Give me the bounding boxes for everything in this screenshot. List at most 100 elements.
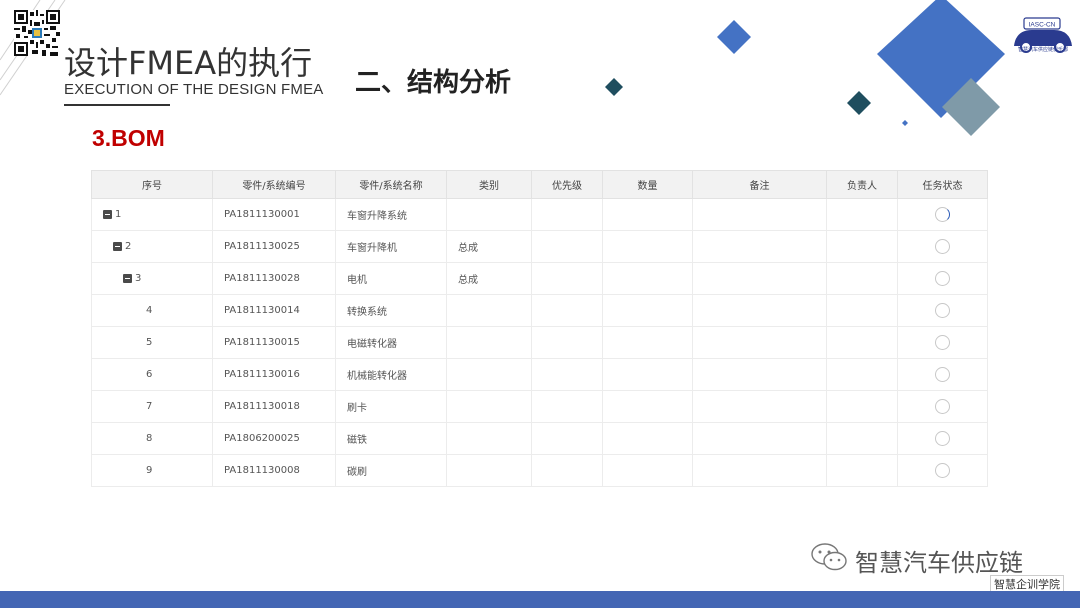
status-circle-icon[interactable] — [935, 431, 950, 446]
cell-remark — [692, 326, 827, 359]
cell-seq: 5 — [91, 326, 213, 359]
cell-code: PA1811130014 — [212, 294, 336, 327]
cell-status — [897, 422, 988, 455]
cell-seq: 8 — [91, 422, 213, 455]
cell-remark — [692, 422, 827, 455]
cell-name: 电磁转化器 — [335, 326, 447, 359]
status-circle-icon[interactable] — [935, 303, 950, 318]
cell-quantity — [602, 358, 693, 391]
cell-owner — [826, 358, 898, 391]
cell-owner — [826, 454, 898, 487]
cell-quantity — [602, 198, 693, 231]
cell-status — [897, 358, 988, 391]
status-circle-icon[interactable] — [935, 239, 950, 254]
column-header-status[interactable]: 任务状态 — [897, 170, 988, 199]
cell-owner — [826, 390, 898, 423]
collapse-toggle-icon[interactable] — [113, 241, 122, 251]
logo-badge-text: IASC-CN — [1029, 22, 1056, 29]
cell-seq: 3 — [91, 262, 213, 295]
table-row[interactable]: 8 PA1806200025 磁铁 — [91, 422, 988, 455]
column-header-category[interactable]: 类别 — [446, 170, 532, 199]
cell-name: 刷卡 — [335, 390, 447, 423]
cell-name: 机械能转化器 — [335, 358, 447, 391]
status-circle-icon[interactable] — [935, 207, 950, 222]
cell-remark — [692, 358, 827, 391]
status-circle-icon[interactable] — [935, 271, 950, 286]
column-header-quantity[interactable]: 数量 — [602, 170, 693, 199]
seq-number: 7 — [146, 400, 153, 412]
cell-priority — [531, 294, 603, 327]
qr-code-icon — [14, 10, 60, 56]
diamond-shape — [942, 78, 1000, 136]
cell-code: PA1811130015 — [212, 326, 336, 359]
collapse-toggle-icon[interactable] — [123, 273, 132, 283]
cell-name: 车窗升降机 — [335, 230, 447, 263]
cell-code: PA1811130025 — [212, 230, 336, 263]
status-circle-icon[interactable] — [935, 463, 950, 478]
cell-seq: 2 — [91, 230, 213, 263]
status-circle-icon[interactable] — [935, 335, 950, 350]
cell-seq: 6 — [91, 358, 213, 391]
column-header-remark[interactable]: 备注 — [692, 170, 827, 199]
column-header-name[interactable]: 零件/系统名称 — [335, 170, 447, 199]
seq-number: 3 — [135, 272, 142, 284]
cell-remark — [692, 198, 827, 231]
status-circle-icon[interactable] — [935, 367, 950, 382]
seq-number: 1 — [115, 208, 122, 220]
cell-code: PA1811130001 — [212, 198, 336, 231]
seq-number: 5 — [146, 336, 153, 348]
table-row[interactable]: 6 PA1811130016 机械能转化器 — [91, 358, 988, 391]
cell-status — [897, 326, 988, 359]
column-header-seq[interactable]: 序号 — [91, 170, 213, 199]
cell-category: 总成 — [446, 262, 532, 295]
diamond-shape — [717, 20, 751, 54]
table-row[interactable]: 9 PA1811130008 碳刷 — [91, 454, 988, 487]
cell-priority — [531, 390, 603, 423]
cell-category — [446, 294, 532, 327]
cell-priority — [531, 358, 603, 391]
cell-code: PA1811130008 — [212, 454, 336, 487]
cell-priority — [531, 198, 603, 231]
column-header-priority[interactable]: 优先级 — [531, 170, 603, 199]
table-row[interactable]: 2 PA1811130025 车窗升降机 总成 — [91, 230, 988, 263]
cell-owner — [826, 422, 898, 455]
status-circle-icon[interactable] — [935, 399, 950, 414]
table-row[interactable]: 4 PA1811130014 转换系统 — [91, 294, 988, 327]
cell-code: PA1811130016 — [212, 358, 336, 391]
bom-heading: 3.BOM — [92, 125, 165, 151]
collapse-toggle-icon[interactable] — [103, 209, 112, 219]
cell-quantity — [602, 294, 693, 327]
wechat-icon — [811, 543, 847, 571]
cell-remark — [692, 390, 827, 423]
brand-name: 智慧汽车供应链 — [855, 549, 1023, 577]
cell-code: PA1806200025 — [212, 422, 336, 455]
cell-owner — [826, 326, 898, 359]
seq-number: 6 — [146, 368, 153, 380]
page-subtitle: EXECUTION OF THE DESIGN FMEA — [64, 81, 324, 98]
cell-category — [446, 390, 532, 423]
table-row[interactable]: 3 PA1811130028 电机 总成 — [91, 262, 988, 295]
cell-name: 转换系统 — [335, 294, 447, 327]
cell-priority — [531, 422, 603, 455]
cell-name: 车窗升降系统 — [335, 198, 447, 231]
cell-owner — [826, 230, 898, 263]
column-header-owner[interactable]: 负责人 — [826, 170, 898, 199]
cell-code: PA1811130018 — [212, 390, 336, 423]
cell-category — [446, 358, 532, 391]
column-header-code[interactable]: 零件/系统编号 — [212, 170, 336, 199]
diamond-shape — [605, 78, 623, 96]
table-row[interactable]: 5 PA1811130015 电磁转化器 — [91, 326, 988, 359]
cell-status — [897, 262, 988, 295]
table-row[interactable]: 1 PA1811130001 车窗升降系统 — [91, 198, 988, 231]
cell-remark — [692, 294, 827, 327]
cell-owner — [826, 294, 898, 327]
cell-status — [897, 198, 988, 231]
cell-priority — [531, 326, 603, 359]
table-row[interactable]: 7 PA1811130018 刷卡 — [91, 390, 988, 423]
cell-category — [446, 326, 532, 359]
cell-seq: 9 — [91, 454, 213, 487]
cell-name: 电机 — [335, 262, 447, 295]
cell-category — [446, 198, 532, 231]
cell-status — [897, 390, 988, 423]
cell-name: 磁铁 — [335, 422, 447, 455]
